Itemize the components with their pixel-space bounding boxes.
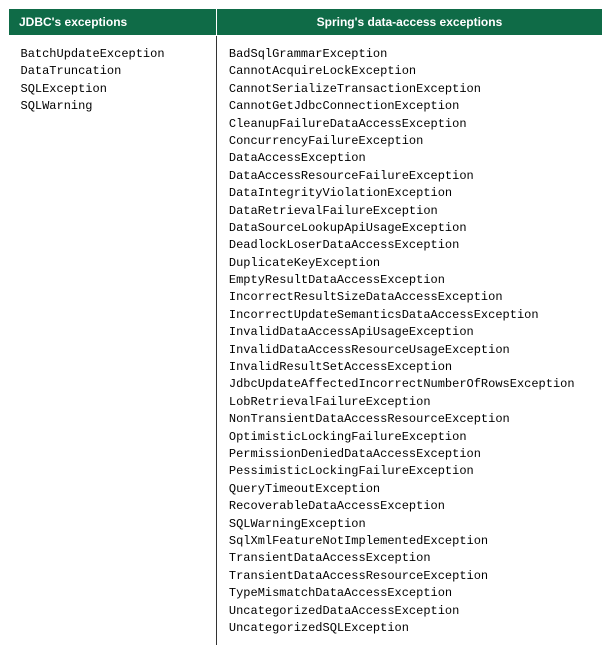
spring-exception: DataAccessResourceFailureException: [229, 168, 591, 185]
spring-exception: CleanupFailureDataAccessException: [229, 116, 591, 133]
spring-exception: TransientDataAccessException: [229, 550, 591, 567]
table-row: BatchUpdateExceptionDataTruncationSQLExc…: [9, 36, 603, 646]
spring-exception: SQLWarningException: [229, 516, 591, 533]
spring-cell: BadSqlGrammarExceptionCannotAcquireLockE…: [216, 36, 602, 646]
header-jdbc: JDBC's exceptions: [9, 9, 217, 36]
spring-exception: UncategorizedSQLException: [229, 620, 591, 637]
spring-exception: TransientDataAccessResourceException: [229, 568, 591, 585]
spring-exception: InvalidResultSetAccessException: [229, 359, 591, 376]
jdbc-exception: BatchUpdateException: [21, 46, 204, 63]
spring-exception: DeadlockLoserDataAccessException: [229, 237, 591, 254]
header-spring: Spring's data-access exceptions: [216, 9, 602, 36]
spring-exception: InvalidDataAccessResourceUsageException: [229, 342, 591, 359]
jdbc-exception: SQLException: [21, 81, 204, 98]
jdbc-cell: BatchUpdateExceptionDataTruncationSQLExc…: [9, 36, 217, 646]
spring-exception: NonTransientDataAccessResourceException: [229, 411, 591, 428]
spring-exception: OptimisticLockingFailureException: [229, 429, 591, 446]
spring-exception: BadSqlGrammarException: [229, 46, 591, 63]
spring-exception: CannotAcquireLockException: [229, 63, 591, 80]
spring-exception: InvalidDataAccessApiUsageException: [229, 324, 591, 341]
spring-exception: DataAccessException: [229, 150, 591, 167]
spring-exception: SqlXmlFeatureNotImplementedException: [229, 533, 591, 550]
spring-exception: IncorrectUpdateSemanticsDataAccessExcept…: [229, 307, 591, 324]
spring-exception: DataSourceLookupApiUsageException: [229, 220, 591, 237]
spring-exception: JdbcUpdateAffectedIncorrectNumberOfRowsE…: [229, 376, 591, 393]
spring-exception: CannotGetJdbcConnectionException: [229, 98, 591, 115]
spring-exception: TypeMismatchDataAccessException: [229, 585, 591, 602]
spring-exception: ConcurrencyFailureException: [229, 133, 591, 150]
jdbc-exception: DataTruncation: [21, 63, 204, 80]
spring-exception: RecoverableDataAccessException: [229, 498, 591, 515]
table-header-row: JDBC's exceptions Spring's data-access e…: [9, 9, 603, 36]
spring-exception: UncategorizedDataAccessException: [229, 603, 591, 620]
spring-exception: DataRetrievalFailureException: [229, 203, 591, 220]
spring-exception: LobRetrievalFailureException: [229, 394, 591, 411]
spring-exception: CannotSerializeTransactionException: [229, 81, 591, 98]
spring-exception: EmptyResultDataAccessException: [229, 272, 591, 289]
spring-exception: DataIntegrityViolationException: [229, 185, 591, 202]
spring-exception: IncorrectResultSizeDataAccessException: [229, 289, 591, 306]
spring-exception: PessimisticLockingFailureException: [229, 463, 591, 480]
exceptions-table: JDBC's exceptions Spring's data-access e…: [8, 8, 603, 645]
jdbc-exception: SQLWarning: [21, 98, 204, 115]
spring-exception: PermissionDeniedDataAccessException: [229, 446, 591, 463]
spring-exception: DuplicateKeyException: [229, 255, 591, 272]
spring-exception: QueryTimeoutException: [229, 481, 591, 498]
